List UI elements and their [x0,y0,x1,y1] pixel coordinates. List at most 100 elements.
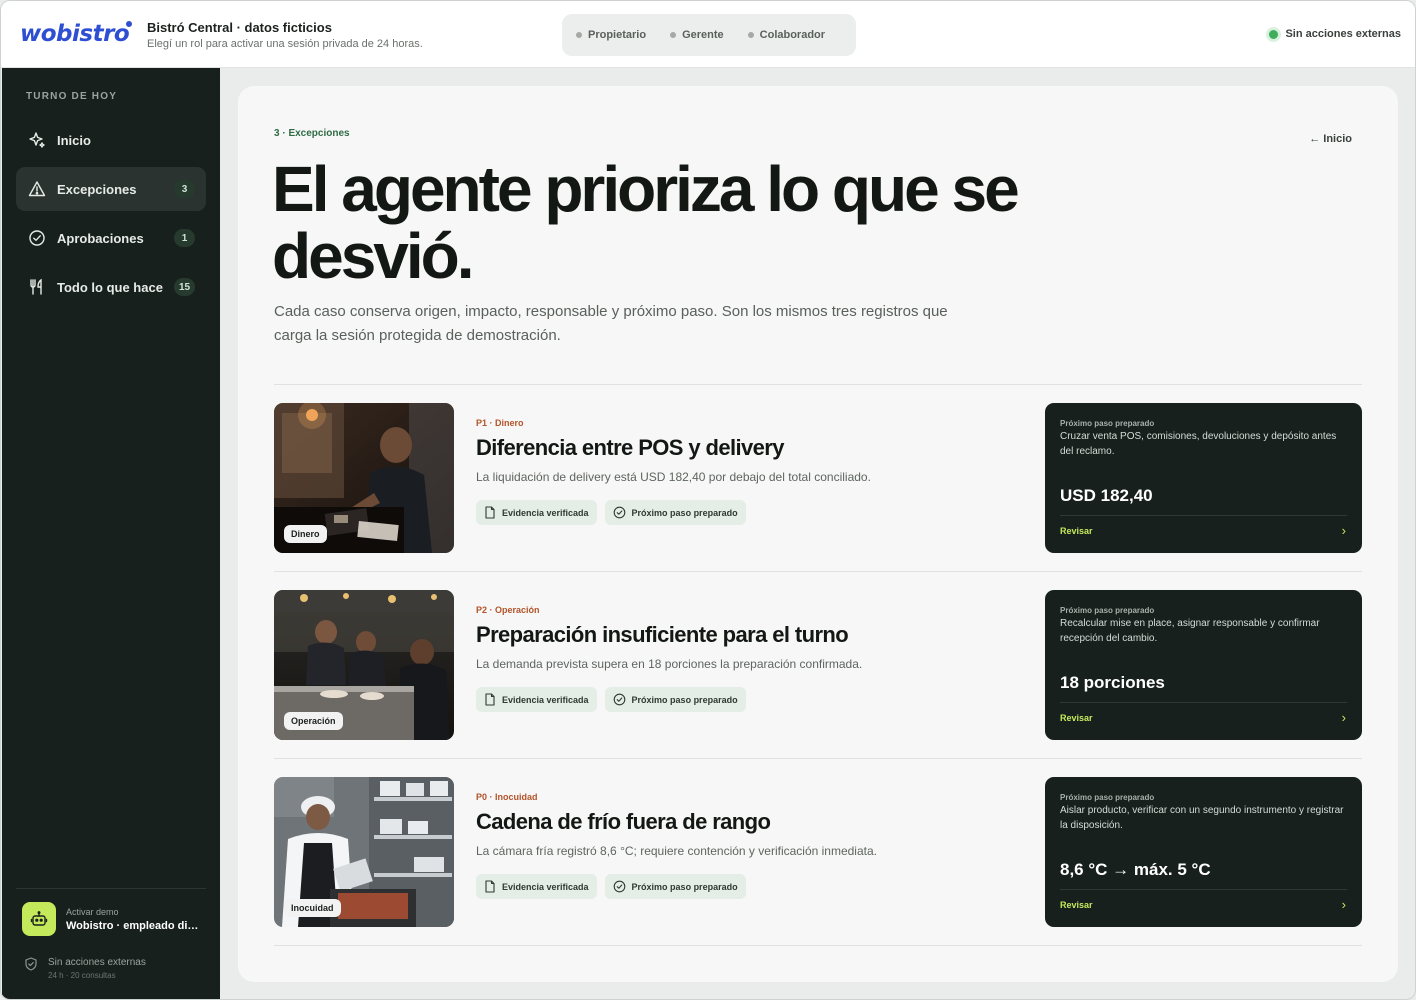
chip-label: Próximo paso preparado [631,694,738,705]
role-label: Colaborador [759,29,826,41]
shield-check-icon [24,957,38,980]
chevron-right-icon[interactable]: › [1342,710,1346,725]
sidebar-item-aprobaciones[interactable]: Aprobaciones 1 [16,216,206,260]
role-label: Propietario [588,29,647,41]
sidebar: TURNO DE HOY Inicio Excepciones 3 Aproba… [2,68,220,999]
page-title: El agente prioriza lo que se desvió. [272,153,1020,292]
sidebar-divider [16,888,206,889]
case-priority: P0 · Inocuidad [476,792,538,802]
next-step-chip: Próximo paso preparado [604,500,746,525]
footer-subtitle: 24 h · 20 consultas [48,971,116,980]
next-step-chip: Próximo paso preparado [604,874,746,899]
sidebar-item-todo[interactable]: Todo lo que hace 15 [16,265,206,309]
case-title[interactable]: Diferencia entre POS y delivery [476,435,784,461]
sidebar-item-label: Inicio [57,132,91,148]
role-dot-icon [670,32,677,38]
count-badge: 15 [174,278,195,296]
sidebar-item-label: Excepciones [57,181,137,197]
card-divider [1060,702,1347,703]
review-link[interactable]: Revisar [1060,900,1093,910]
case-description: La demanda prevista supera en 18 porcion… [476,657,863,671]
page-lead: Cada caso conserva origen, impacto, resp… [274,303,948,344]
check-circle-icon [613,693,625,706]
case-photo[interactable]: Operación [274,590,454,740]
role-dot-icon [576,32,582,38]
case-photo[interactable]: Inocuidad [274,777,454,927]
external-actions-status: Sin acciones externas [1269,28,1401,40]
activate-demo-button[interactable]: Activar demo Wobistro · empleado digital [16,896,206,942]
sidebar-item-excepciones[interactable]: Excepciones 3 [16,167,206,211]
divider [274,758,1362,759]
demo-agent-name: Wobistro · empleado digital [66,919,201,932]
impact-value: 18 porciones [1060,673,1165,692]
chip-label: Próximo paso preparado [631,881,738,892]
exception-row-money: Dinero P1 · Dinero Diferencia entre POS … [274,403,1362,553]
app-window: wobistro Bistró Central · datos ficticio… [0,0,1416,1000]
case-category-tag: Inocuidad [284,899,341,917]
main-panel: 3 · Excepciones ← Inicio El agente prior… [238,86,1398,982]
role-manager-button[interactable]: Gerente [670,29,724,41]
case-category-tag: Operación [284,712,343,730]
document-icon [485,693,495,706]
evidence-verified-chip: Evidencia verificada [476,874,597,899]
role-switcher: Propietario Gerente Colaborador [562,14,856,56]
robot-icon [22,902,56,936]
check-circle-icon [613,506,625,519]
chip-label: Próximo paso preparado [631,507,738,518]
back-to-home-link[interactable]: ← Inicio [1309,133,1352,145]
demo-label: Activar demo [66,906,119,917]
case-category-tag: Dinero [284,525,327,543]
next-step-description: Cruzar venta POS, comisiones, devolucion… [1060,431,1337,457]
sidebar-item-inicio[interactable]: Inicio [16,118,206,162]
review-link[interactable]: Revisar [1060,526,1093,536]
sidebar-heading: TURNO DE HOY [26,91,118,102]
footer-title: Sin acciones externas [48,957,146,968]
status-label: Sin acciones externas [1285,28,1401,40]
case-chips: Evidencia verificada Próximo paso prepar… [476,500,746,525]
evidence-verified-chip: Evidencia verificada [476,500,597,525]
case-chips: Evidencia verificada Próximo paso prepar… [476,687,746,712]
next-step-description: Recalcular mise en place, asignar respon… [1060,618,1320,644]
card-divider [1060,889,1347,890]
sidebar-item-label: Aprobaciones [57,230,144,246]
case-title[interactable]: Preparación insuficiente para el turno [476,622,849,648]
org-title: Bistró Central · datos ficticios [147,20,332,35]
org-subtitle: Elegí un rol para activar una sesión pri… [147,38,423,50]
sidebar-footer-status: Sin acciones externas 24 h · 20 consulta… [24,957,146,980]
impact-value: USD 182,40 [1060,486,1153,505]
next-step-card: Próximo paso preparado Cruzar venta POS,… [1045,403,1362,553]
next-step-card: Próximo paso preparado Aislar producto, … [1045,777,1362,927]
status-dot-icon [1269,29,1279,39]
document-icon [485,506,495,519]
case-priority: P1 · Dinero [476,418,524,428]
demo-text: Activar demo Wobistro · empleado digital [66,907,201,932]
next-step-label: Próximo paso preparado [1060,606,1155,615]
check-circle-icon [613,880,625,893]
section-eyebrow: 3 · Excepciones [274,128,350,139]
review-link[interactable]: Revisar [1060,713,1093,723]
warning-icon [28,180,46,198]
top-bar: wobistro Bistró Central · datos ficticio… [1,1,1415,68]
role-label: Gerente [682,29,724,41]
case-photo[interactable]: Dinero [274,403,454,553]
document-icon [485,880,495,893]
chevron-right-icon[interactable]: › [1342,897,1346,912]
brand-logo[interactable]: wobistro [20,21,130,47]
role-staff-button[interactable]: Colaborador [747,29,826,41]
divider [274,571,1362,572]
role-owner-button[interactable]: Propietario [576,29,646,41]
exception-row-operation: Operación P2 · Operación Preparación ins… [274,590,1362,740]
check-circle-icon [28,229,46,247]
case-description: La liquidación de delivery está USD 182,… [476,470,871,484]
next-step-card: Próximo paso preparado Recalcular mise e… [1045,590,1362,740]
sparkle-icon [28,131,46,149]
case-chips: Evidencia verificada Próximo paso prepar… [476,874,746,899]
case-title[interactable]: Cadena de frío fuera de rango [476,809,771,835]
next-step-description: Aislar producto, verificar con un segund… [1060,805,1344,831]
fork-knife-icon [28,278,46,296]
chevron-right-icon[interactable]: › [1342,523,1346,538]
impact-value: 8,6 °C → máx. 5 °C [1060,860,1211,879]
exception-row-food-safety: Inocuidad P0 · Inocuidad Cadena de frío … [274,777,1362,927]
divider [274,384,1362,385]
next-step-chip: Próximo paso preparado [604,687,746,712]
